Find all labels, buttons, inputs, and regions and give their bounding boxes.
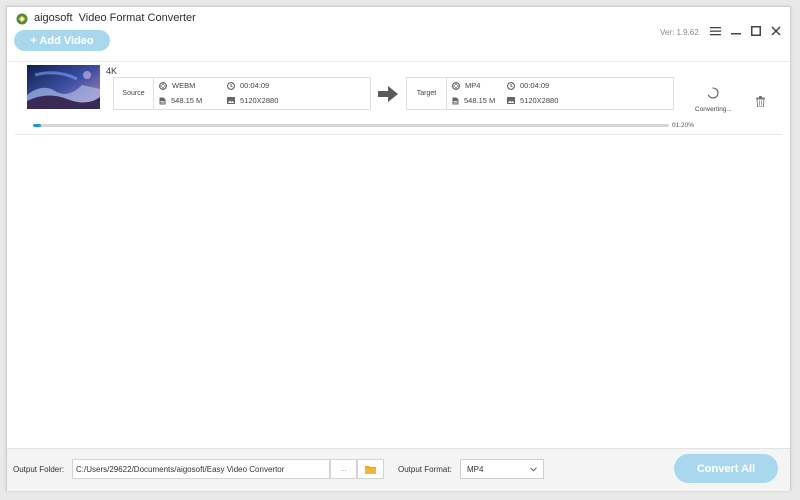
task-name: 4K bbox=[106, 66, 118, 76]
target-size-text: 548.15 M bbox=[464, 96, 496, 105]
video-thumbnail bbox=[27, 65, 100, 109]
image-icon bbox=[507, 97, 515, 104]
source-format-text: WEBM bbox=[172, 81, 196, 90]
menu-icon[interactable] bbox=[708, 24, 722, 38]
app-window: aigosoft Video Format Converter + Add Vi… bbox=[6, 6, 791, 491]
chevron-down-icon bbox=[530, 466, 537, 472]
toolbar: aigosoft Video Format Converter + Add Vi… bbox=[7, 7, 790, 62]
file-icon bbox=[452, 97, 459, 104]
clock-icon bbox=[227, 81, 235, 90]
film-icon bbox=[159, 81, 167, 90]
target-format-text: MP4 bbox=[465, 81, 481, 90]
output-folder-input[interactable]: C:/Users/29622/Documents/aigosoft/Easy V… bbox=[72, 459, 330, 479]
app-logo-icon bbox=[16, 13, 28, 25]
add-video-button[interactable]: + Add Video bbox=[14, 30, 110, 51]
source-resolution-text: 5120X2880 bbox=[240, 96, 279, 105]
output-format-value: MP4 bbox=[467, 464, 484, 474]
open-folder-button[interactable] bbox=[357, 459, 384, 479]
source-size-text: 548.15 M bbox=[171, 96, 203, 105]
source-format: WEBM bbox=[159, 81, 195, 90]
loading-spinner-icon bbox=[707, 87, 719, 99]
source-label: Source bbox=[114, 78, 154, 109]
target-duration: 00:04:09 bbox=[507, 81, 549, 90]
trash-icon[interactable] bbox=[756, 96, 765, 107]
image-icon bbox=[227, 97, 235, 104]
source-resolution: 5120X2880 bbox=[227, 96, 278, 105]
progress-fill bbox=[33, 124, 41, 127]
task-row[interactable]: 4K Source WEBM 00:04:09 548.15 M 5120X28… bbox=[15, 62, 782, 135]
progress-percent: 01.20% bbox=[672, 122, 695, 129]
output-folder-label: Output Folder: bbox=[13, 465, 65, 474]
target-info-box: Target MP4 00:04:09 548.15 M 5120X2880 bbox=[406, 77, 674, 110]
convert-all-button[interactable]: Convert All bbox=[674, 454, 778, 483]
arrow-right-icon bbox=[378, 86, 398, 102]
close-icon[interactable] bbox=[769, 24, 783, 38]
app-title: aigosoft Video Format Converter bbox=[34, 12, 196, 24]
maximize-icon[interactable] bbox=[749, 24, 763, 38]
source-duration: 00:04:09 bbox=[227, 81, 269, 90]
source-duration-text: 00:04:09 bbox=[240, 81, 270, 90]
target-label: Target bbox=[407, 78, 447, 109]
target-size: 548.15 M bbox=[452, 96, 495, 105]
progress-bar bbox=[33, 124, 669, 127]
clock-icon bbox=[507, 81, 515, 90]
film-icon bbox=[452, 81, 460, 90]
file-icon bbox=[159, 97, 166, 104]
source-info-box: Source WEBM 00:04:09 548.15 M 5120X2880 bbox=[113, 77, 371, 110]
target-resolution: 5120X2880 bbox=[507, 96, 558, 105]
footer-bar: Output Folder: C:/Users/29622/Documents/… bbox=[7, 448, 790, 491]
browse-button[interactable]: ... bbox=[330, 459, 357, 479]
source-size: 548.15 M bbox=[159, 96, 202, 105]
version-label: Ver: 1.9.62 bbox=[660, 28, 699, 37]
target-duration-text: 00:04:09 bbox=[520, 81, 550, 90]
output-format-select[interactable]: MP4 bbox=[460, 459, 544, 479]
folder-icon bbox=[365, 465, 376, 474]
output-format-label: Output Format: bbox=[398, 465, 452, 474]
target-format: MP4 bbox=[452, 81, 480, 90]
status-text: Converting... bbox=[695, 106, 732, 113]
minimize-icon[interactable] bbox=[729, 24, 743, 38]
target-resolution-text: 5120X2880 bbox=[520, 96, 559, 105]
